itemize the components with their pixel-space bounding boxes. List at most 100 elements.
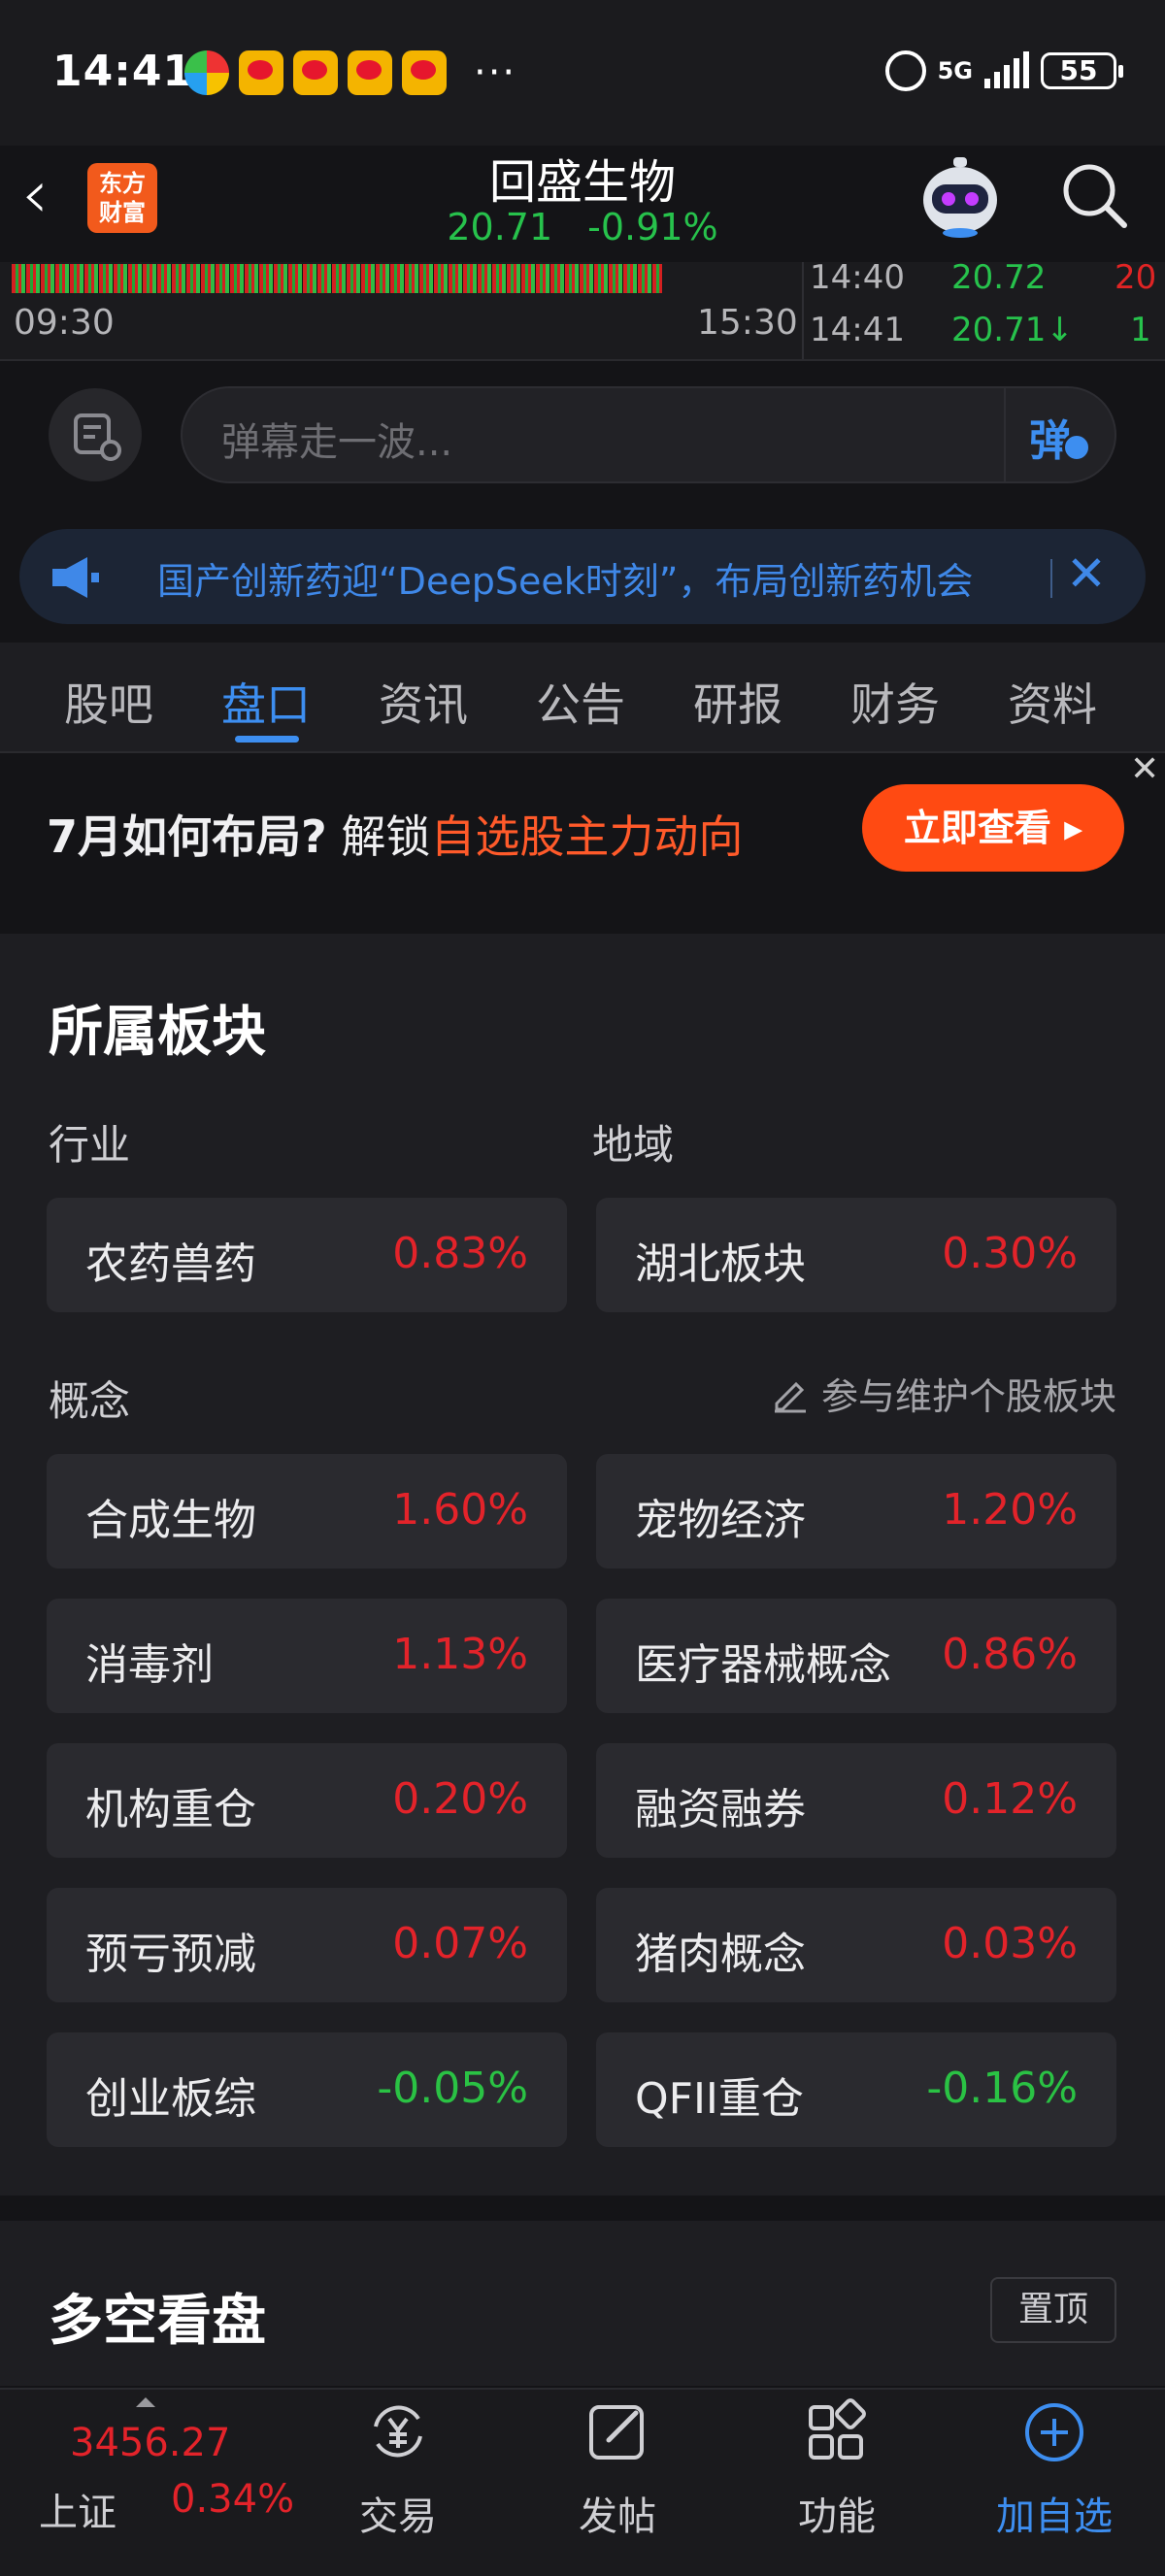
nav-label: 功能 — [798, 2494, 876, 2539]
tab-news[interactable]: 资讯 — [379, 670, 468, 734]
divider — [1050, 559, 1052, 598]
alarm-icon — [884, 50, 926, 91]
yen-cycle-icon — [374, 2405, 422, 2458]
document-settings-icon — [74, 413, 121, 461]
promo-text: 7月如何布局? 解锁自选股主力动向 — [47, 802, 743, 866]
edit-icon — [774, 1381, 806, 1412]
weibo-icon — [348, 50, 392, 95]
concept-tile[interactable]: QFII重仓 -0.16% — [596, 2032, 1116, 2147]
tab-research[interactable]: 研报 — [693, 670, 782, 734]
maintain-sectors-link[interactable]: 参与维护个股板块 — [771, 1367, 1116, 1420]
concept-tile[interactable]: 合成生物 1.60% — [47, 1454, 567, 1569]
index-change[interactable]: 0.34% — [171, 2477, 294, 2522]
promo-unlock: 解锁 — [341, 810, 431, 863]
pin-top-button[interactable]: 置顶 — [990, 2277, 1116, 2343]
divider — [1004, 388, 1006, 481]
nav-label: 发帖 — [579, 2494, 656, 2539]
more-notifications-icon: ··· — [474, 50, 517, 95]
stock-price: 20.71 — [447, 206, 553, 248]
concept-change: 1.20% — [942, 1485, 1078, 1535]
concept-name: 预亏预减 — [85, 1930, 256, 1979]
announcement-text[interactable]: 国产创新药迎“DeepSeek时刻”，布局创新药机会 — [157, 551, 1031, 605]
tick-volume: 20 — [1115, 258, 1157, 297]
robot-assistant-icon[interactable] — [916, 155, 1004, 239]
tick-time: 14:40 — [810, 258, 905, 297]
weibo-icon — [402, 50, 447, 95]
region-label: 地域 — [592, 1121, 675, 1169]
add-circle-icon — [1025, 2403, 1083, 2461]
industry-label: 行业 — [49, 1121, 131, 1169]
index-value[interactable]: 3456.27 — [70, 2421, 230, 2465]
concept-change: 0.86% — [942, 1630, 1078, 1679]
stock-change-pct: -0.91% — [587, 206, 718, 248]
danmaku-settings-button[interactable] — [49, 388, 142, 481]
maintain-label: 参与维护个股板块 — [820, 1375, 1116, 1418]
expand-caret-icon[interactable] — [136, 2397, 155, 2407]
concept-tile[interactable]: 消毒剂 1.13% — [47, 1599, 567, 1713]
grid-icon — [809, 2398, 866, 2460]
nav-label: 加自选 — [996, 2494, 1113, 2539]
tab-pankou[interactable]: 盘口 — [221, 670, 311, 734]
concept-tile[interactable]: 融资融券 0.12% — [596, 1743, 1116, 1858]
nav-functions[interactable]: 功能 — [759, 2397, 915, 2562]
signal-icon — [984, 51, 1029, 88]
active-tab-indicator — [235, 736, 299, 743]
sectors-title: 所属板块 — [49, 1001, 266, 1064]
network-label: 5G — [937, 57, 973, 84]
tab-notices[interactable]: 公告 — [536, 670, 625, 734]
nav-label: 交易 — [359, 2494, 437, 2539]
concept-name: 合成生物 — [85, 1496, 256, 1545]
promo-question: 7月如何布局? — [47, 810, 327, 863]
concept-change: 1.13% — [392, 1630, 528, 1679]
concept-tile[interactable]: 猪肉概念 0.03% — [596, 1888, 1116, 2002]
megaphone-icon — [52, 557, 99, 598]
concept-label: 概念 — [49, 1377, 131, 1425]
concept-name: 融资融券 — [635, 1785, 806, 1834]
concept-tile[interactable]: 宠物经济 1.20% — [596, 1454, 1116, 1569]
tick-row[interactable]: 14:41 — [810, 311, 905, 349]
index-name[interactable]: 上证 — [39, 2481, 116, 2537]
sector-change: 0.83% — [392, 1229, 528, 1278]
tick-volume: 1 — [1130, 311, 1151, 349]
nav-trade[interactable]: 交易 — [320, 2397, 476, 2562]
check-badge-icon — [1062, 433, 1091, 462]
concept-name: 创业板综 — [85, 2074, 256, 2124]
nav-add-watchlist[interactable]: 加自选 — [977, 2397, 1132, 2562]
weibo-icon — [293, 50, 338, 95]
tick-price: 20.71↓ — [951, 311, 1074, 349]
section-gap — [0, 2196, 1165, 2221]
close-icon[interactable]: ✕ — [1130, 749, 1159, 789]
nav-post[interactable]: 发帖 — [540, 2397, 695, 2562]
tab-guba[interactable]: 股吧 — [64, 670, 153, 734]
divider — [802, 262, 804, 359]
concept-name: QFII重仓 — [635, 2074, 804, 2124]
tick-time: 14:41 — [810, 311, 905, 349]
concept-change: 0.12% — [942, 1774, 1078, 1824]
concept-change: -0.05% — [377, 2064, 528, 2113]
close-icon[interactable]: ✕ — [1066, 545, 1107, 602]
tab-finance[interactable]: 财务 — [850, 670, 940, 734]
concept-name: 机构重仓 — [85, 1785, 256, 1834]
concept-tile[interactable]: 医疗器械概念 0.86% — [596, 1599, 1116, 1713]
concept-change: 0.20% — [392, 1774, 528, 1824]
tab-profile[interactable]: 资料 — [1008, 670, 1097, 734]
tick-row[interactable]: 14:40 — [810, 258, 905, 297]
concept-change: 1.60% — [392, 1485, 528, 1535]
time-start: 09:30 — [14, 303, 115, 343]
concept-name: 猪肉概念 — [635, 1930, 806, 1979]
search-icon[interactable] — [1058, 159, 1130, 231]
concept-tile[interactable]: 创业板综 -0.05% — [47, 2032, 567, 2147]
concept-change: -0.16% — [926, 2064, 1078, 2113]
tick-row: 1 — [1130, 311, 1151, 349]
concept-tile[interactable]: 预亏预减 0.07% — [47, 1888, 567, 2002]
sector-tile-industry[interactable]: 农药兽药 0.83% — [47, 1198, 567, 1312]
promo-highlight: 自选股主力动向 — [430, 810, 744, 863]
concept-tile[interactable]: 机构重仓 0.20% — [47, 1743, 567, 1858]
concept-name: 医疗器械概念 — [635, 1640, 891, 1690]
tick-row: 20 — [1115, 258, 1156, 297]
concept-name: 宠物经济 — [635, 1496, 806, 1545]
volume-bars[interactable] — [12, 264, 662, 293]
view-now-button[interactable]: 立即查看 ▸ — [862, 784, 1124, 872]
tick-row: 20.71↓ — [951, 311, 1074, 349]
sector-tile-region[interactable]: 湖北板块 0.30% — [596, 1198, 1116, 1312]
